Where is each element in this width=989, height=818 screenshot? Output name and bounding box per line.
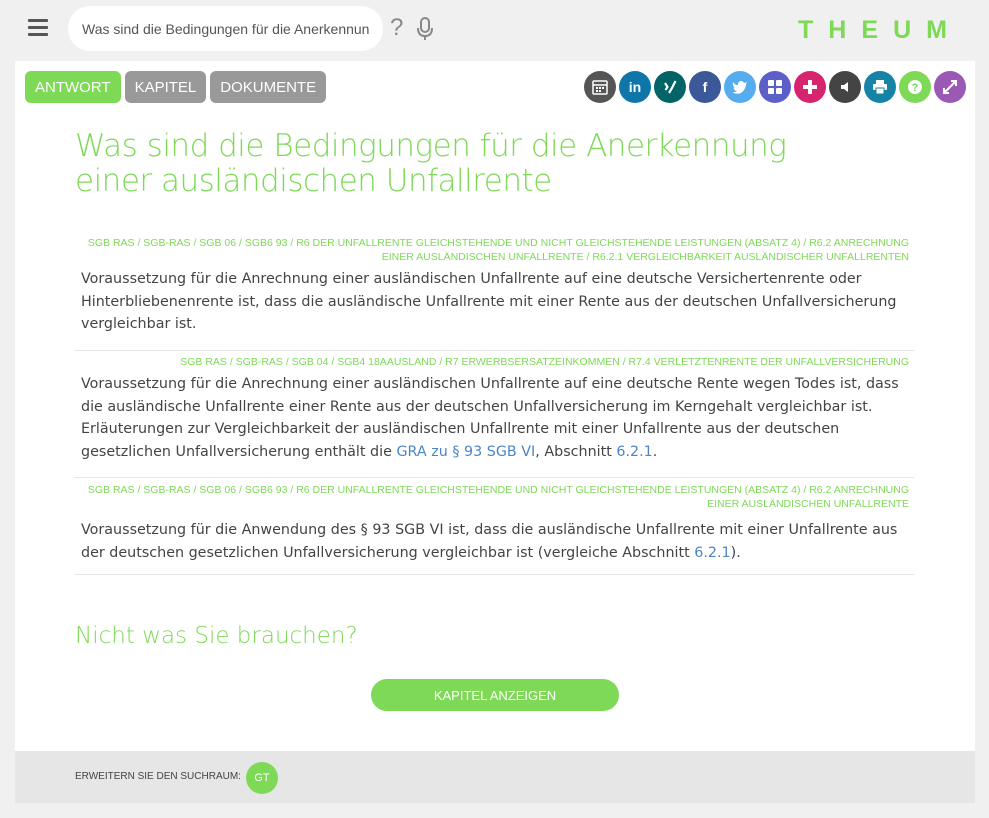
result-text-part: , Abschnitt — [535, 443, 617, 460]
show-chapter-button[interactable]: KAPITEL ANZEIGEN — [371, 679, 619, 711]
share-toolbar: in f ? — [584, 71, 966, 103]
result-breadcrumb[interactable]: SGB RAS / SGB-RAS / SGB 04 / SGB4 18AAUS… — [74, 355, 914, 369]
svg-text:?: ? — [912, 82, 919, 94]
calendar-icon[interactable] — [584, 71, 616, 103]
result-item: SGB RAS / SGB-RAS / SGB 04 / SGB4 18AAUS… — [74, 355, 914, 478]
expand-search-label: ERWEITERN SIE DEN SUCHRAUM: — [75, 771, 241, 782]
result-text: Voraussetzung für die Anrechnung einer a… — [74, 369, 914, 463]
facebook-icon[interactable]: f — [689, 71, 721, 103]
tab-antwort[interactable]: ANTWORT — [25, 71, 121, 103]
result-item: SGB RAS / SGB-RAS / SGB 06 / SGB6 93 / R… — [74, 483, 914, 575]
xing-icon[interactable] — [654, 71, 686, 103]
result-text: Voraussetzung für die Anwendung des § 93… — [74, 511, 914, 564]
result-breadcrumb[interactable]: SGB RAS / SGB-RAS / SGB 06 / SGB6 93 / R… — [74, 236, 914, 264]
result-text: Voraussetzung für die Anrechnung einer a… — [81, 271, 897, 332]
tab-kapitel[interactable]: KAPITEL — [124, 71, 207, 103]
print-icon[interactable] — [864, 71, 896, 103]
tab-bar: ANTWORT KAPITEL DOKUMENTE — [25, 71, 327, 103]
twitter-icon[interactable] — [724, 71, 756, 103]
help-question-icon[interactable]: ? — [390, 14, 403, 42]
microsoft-icon[interactable] — [759, 71, 791, 103]
page-title: Was sind die Bedingungen für die Anerken… — [75, 128, 787, 199]
linkedin-icon[interactable]: in — [619, 71, 651, 103]
section-link[interactable]: 6.2.1 — [694, 545, 730, 561]
search-box[interactable] — [68, 6, 383, 51]
help-icon[interactable]: ? — [899, 71, 931, 103]
gt-badge[interactable]: GT — [246, 762, 278, 794]
logo-text: THEUM — [798, 16, 950, 42]
result-text-part: ). — [730, 544, 741, 561]
tab-dokumente[interactable]: DOKUMENTE — [210, 71, 327, 103]
gra-link[interactable]: GRA zu § 93 SGB VI — [396, 444, 535, 460]
theum-logo: THEUM — [798, 16, 950, 42]
plus-icon[interactable] — [794, 71, 826, 103]
section-link[interactable]: 6.2.1 — [616, 444, 652, 460]
not-needed-heading: Nicht was Sie brauchen? — [75, 623, 358, 649]
expand-icon[interactable] — [934, 71, 966, 103]
result-item: SGB RAS / SGB-RAS / SGB 06 / SGB6 93 / R… — [74, 236, 914, 351]
top-bar: ? THEUM — [0, 0, 989, 58]
search-input[interactable] — [82, 20, 369, 37]
speaker-icon[interactable] — [829, 71, 861, 103]
footer-bar: ERWEITERN SIE DEN SUCHRAUM: GT — [15, 751, 975, 803]
menu-icon[interactable] — [28, 19, 48, 37]
result-breadcrumb[interactable]: SGB RAS / SGB-RAS / SGB 06 / SGB6 93 / R… — [74, 483, 914, 511]
result-text-part: Voraussetzung für die Anwendung des § 93… — [81, 522, 898, 561]
result-text-part: . — [652, 443, 658, 460]
microphone-icon[interactable] — [416, 17, 434, 41]
answer-panel: ANTWORT KAPITEL DOKUMENTE in f ? Was sin… — [15, 61, 975, 751]
